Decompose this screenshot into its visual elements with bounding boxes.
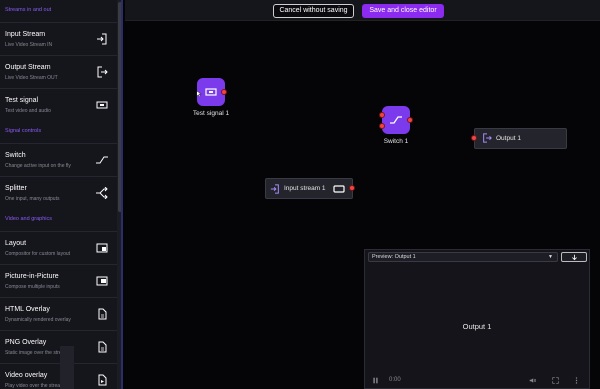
- cancel-button[interactable]: Cancel without saving: [273, 4, 354, 18]
- logout-icon: [483, 133, 492, 143]
- section-title-video: Video and graphics: [5, 216, 52, 222]
- input-port[interactable]: [471, 135, 477, 141]
- playback-time: 0:00: [389, 377, 401, 383]
- output-port[interactable]: [221, 89, 227, 95]
- input-port[interactable]: [379, 112, 385, 118]
- output-port[interactable]: [407, 117, 413, 123]
- palette-item-output-stream[interactable]: Output Stream Live Video Stream OUT: [0, 55, 121, 88]
- section-title-streams: Streams in and out: [5, 7, 52, 13]
- node-output[interactable]: Output 1: [474, 128, 567, 149]
- node-switch[interactable]: [382, 106, 410, 134]
- palette-item-pip[interactable]: Picture-in-Picture Compose multiple inpu…: [0, 264, 121, 297]
- node-palette-sidebar: Streams in and out Input Stream Live Vid…: [0, 0, 123, 389]
- file-icon: [98, 308, 107, 320]
- palette-item-splitter[interactable]: Splitter One input, many outputs: [0, 176, 121, 209]
- save-button[interactable]: Save and close editor: [362, 4, 444, 18]
- download-button[interactable]: [561, 252, 587, 262]
- pip-icon: [96, 276, 108, 286]
- switch-icon: [390, 116, 402, 124]
- cursor-icon: [196, 90, 202, 98]
- node-input-stream[interactable]: Input stream 1: [265, 178, 353, 199]
- palette-item-switch[interactable]: Switch Change active input on the fly: [0, 143, 121, 176]
- input-port[interactable]: [379, 123, 385, 129]
- test-signal-icon: [205, 88, 217, 96]
- switch-icon: [96, 156, 108, 164]
- editor-window: Streams in and out Input Stream Live Vid…: [0, 0, 600, 389]
- stream-status-icon: [333, 185, 345, 193]
- palette-item-test-signal[interactable]: Test signal Test video and audio: [0, 88, 121, 121]
- node-label: Switch 1: [383, 138, 409, 145]
- sidebar-scroll-thumb[interactable]: [118, 2, 121, 212]
- split-icon: [96, 187, 108, 199]
- node-label: Input stream 1: [284, 185, 326, 192]
- palette-item-layout[interactable]: Layout Compositor for custom layout: [0, 231, 121, 264]
- login-icon: [97, 33, 107, 45]
- file-icon: [98, 341, 107, 353]
- node-label: Test signal 1: [192, 110, 230, 117]
- drag-ghost: [60, 346, 74, 389]
- logout-icon: [97, 66, 108, 78]
- palette-item-input-stream[interactable]: Input Stream Live Video Stream IN: [0, 22, 121, 55]
- video-file-icon: [98, 374, 107, 386]
- arrow-down-icon: [572, 254, 577, 261]
- preview-video-label: Output 1: [462, 322, 492, 331]
- video-controls: 0:00: [365, 374, 589, 388]
- chevron-down-icon: ▼: [548, 254, 553, 260]
- mute-icon[interactable]: [529, 377, 536, 384]
- layout-icon: [96, 243, 108, 253]
- login-icon: [270, 184, 279, 194]
- preview-panel: Preview: Output 1 ▼ Output 1 0:00: [364, 249, 590, 389]
- output-port[interactable]: [349, 185, 355, 191]
- preview-select[interactable]: Preview: Output 1 ▼: [368, 252, 558, 262]
- more-options-icon[interactable]: [575, 377, 578, 384]
- fullscreen-icon[interactable]: [552, 377, 559, 384]
- node-label: Output 1: [496, 135, 521, 142]
- preview-select-value: Preview: Output 1: [372, 254, 416, 260]
- pause-icon[interactable]: [372, 377, 379, 384]
- section-title-signal: Signal controls: [5, 128, 42, 134]
- test-signal-icon: [96, 101, 108, 109]
- palette-item-html-overlay[interactable]: HTML Overlay Dynamically rendered overla…: [0, 297, 121, 330]
